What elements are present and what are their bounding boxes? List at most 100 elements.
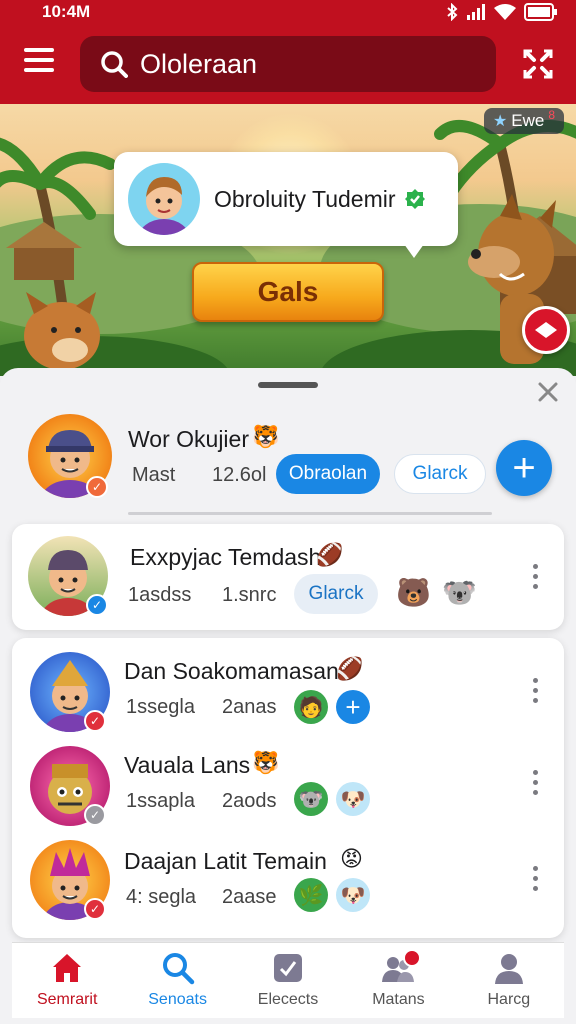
hamburger-line	[24, 58, 54, 62]
dog-icon: 🐶	[340, 788, 366, 811]
diamond-icon	[535, 322, 557, 338]
dog-icon: 🐶	[340, 884, 366, 907]
nav-label: Senoats	[148, 991, 207, 1008]
list-item[interactable]: ✓ Vauala Lans 🐯 1ssapla 2aods 🐨 🐶	[12, 734, 564, 828]
battery-icon	[524, 3, 557, 21]
more-options-icon[interactable]	[530, 866, 540, 896]
more-options-icon[interactable]	[530, 678, 540, 708]
friend-stat-1: 4: segla	[126, 886, 197, 908]
search-input[interactable]	[140, 48, 480, 80]
friend-stat-2: 2aase	[222, 886, 277, 908]
verified-badge: ✓	[84, 804, 106, 826]
friend-avatar-mini: 🐶	[336, 878, 370, 912]
koala-icon: 🐨	[442, 577, 477, 608]
verified-badge: ✓	[86, 594, 108, 616]
friend-name: Dan Soakomamasan	[124, 658, 339, 684]
friend-name: Daajan Latit Temain	[124, 848, 327, 874]
challenge-button[interactable]: Glarck	[294, 574, 378, 614]
search-bar[interactable]	[80, 36, 496, 92]
star-icon: ★	[492, 113, 508, 130]
my-name: Wor Okujier	[128, 426, 249, 452]
popup-tail	[404, 244, 424, 258]
highlighted-friend-card[interactable]: ✓ Exxpyjac Temdash 🏈 1asdss 1.snrc Glarc…	[12, 524, 564, 630]
secondary-action-button[interactable]: Glarck	[394, 454, 486, 494]
friend-stat-2: 2aods	[222, 790, 277, 812]
shield-button[interactable]	[522, 306, 570, 354]
plus-icon: +	[512, 445, 536, 490]
friend-avatar-mini: 🐶	[336, 782, 370, 816]
friends-sheet: ✓ Wor Okujier 🐯 Mast 12.6ol Obraolan Gla…	[0, 368, 576, 1024]
friend-name: Exxpyjac Temdash	[130, 544, 322, 570]
primary-action-button[interactable]: Obraolan	[276, 454, 380, 494]
verified-badge: ✓	[84, 710, 106, 732]
nav-home[interactable]: Semrarit	[12, 943, 122, 1018]
nav-matches[interactable]: Matans	[343, 943, 453, 1018]
coffee-bean-icon: 🏈	[316, 542, 344, 567]
friend-stat-1: 1ssegla	[126, 696, 195, 718]
bluetooth-icon	[447, 3, 458, 21]
bottom-navigation: Semrarit Senoats Elecects Matans Harcg	[12, 942, 564, 1018]
nav-elections[interactable]: Elecects	[233, 943, 343, 1018]
avatar	[128, 163, 200, 235]
close-icon[interactable]	[536, 380, 560, 404]
friend-stat-2: 2anas	[222, 696, 277, 718]
tiger-icon: 🐯	[252, 424, 280, 449]
my-profile-row: ✓ Wor Okujier 🐯 Mast 12.6ol Obraolan Gla…	[0, 408, 576, 518]
checkbox-icon	[274, 954, 303, 982]
list-item[interactable]: ✓ Dan Soakomamasan 🏈 1ssegla 2anas 🧑 +	[12, 638, 564, 734]
divider	[128, 512, 492, 515]
search-icon	[162, 953, 194, 985]
notification-dot	[403, 949, 422, 967]
friend-stat-1: 1ssapla	[126, 790, 195, 812]
expand-icon[interactable]	[522, 48, 554, 80]
hamburger-icon	[24, 48, 54, 52]
menu-button[interactable]	[24, 48, 58, 80]
nav-label: Harcg	[487, 991, 531, 1008]
verified-badge: ✓	[84, 898, 106, 920]
add-button[interactable]: +	[336, 690, 370, 724]
tiger-icon: 🐯	[252, 750, 280, 775]
signal-icon	[467, 4, 485, 20]
list-item[interactable]: ✓ Daajan Latit Temain 😡 4: segla 2aase 🌿…	[12, 828, 564, 924]
nav-label: Elecects	[257, 991, 319, 1008]
wifi-icon	[494, 4, 516, 20]
friends-list: ✓ Dan Soakomamasan 🏈 1ssegla 2anas 🧑 + ✓	[12, 638, 564, 938]
nav-label: Semrarit	[36, 991, 98, 1008]
bear-icon: 🐻	[396, 577, 431, 608]
nav-search[interactable]: Senoats	[122, 943, 232, 1018]
home-icon	[53, 954, 82, 982]
event-badge[interactable]: ★ Ewe 8	[484, 108, 564, 134]
status-time: 10:4M	[42, 2, 91, 21]
friend-avatar-mini: 🌿	[294, 878, 328, 912]
verified-icon	[404, 189, 425, 209]
app-bar: 10:4M	[0, 0, 576, 104]
verified-badge: ✓	[86, 476, 108, 498]
leaf-icon: 🌿	[298, 884, 324, 907]
friend-avatar-mini: 🐨	[294, 782, 328, 816]
search-icon	[101, 51, 128, 78]
friend-name: Vauala Lans	[124, 752, 251, 778]
status-icons	[446, 3, 558, 21]
hamburger-line	[24, 68, 54, 72]
avatar-face	[138, 177, 190, 235]
friend-stat-2: 1.snrc	[222, 584, 277, 606]
drag-handle[interactable]	[258, 382, 318, 388]
profile-popup[interactable]: Obroluity Tudemir	[114, 152, 458, 258]
more-options-icon[interactable]	[530, 564, 540, 594]
face-icon: 🧑	[298, 696, 324, 719]
more-options-icon[interactable]	[530, 770, 540, 800]
friend-avatar-mini: 🧑	[294, 690, 328, 724]
profile-name: Obroluity Tudemir	[214, 185, 396, 212]
angry-face-icon: 😡	[340, 846, 363, 871]
nav-profile[interactable]: Harcg	[454, 943, 564, 1018]
my-stat-1: Mast	[132, 464, 176, 486]
nav-label: Matans	[372, 991, 425, 1008]
event-badge-count: 8	[548, 108, 556, 122]
event-badge-label: Ewe	[511, 111, 545, 130]
person-icon	[494, 954, 523, 984]
coffee-bean-icon: 🏈	[336, 656, 364, 681]
goals-button[interactable]: Gals	[192, 262, 384, 322]
add-friend-button[interactable]: +	[496, 440, 552, 496]
friend-stat-1: 1asdss	[128, 584, 192, 606]
status-bar: 10:4M	[0, 0, 576, 26]
